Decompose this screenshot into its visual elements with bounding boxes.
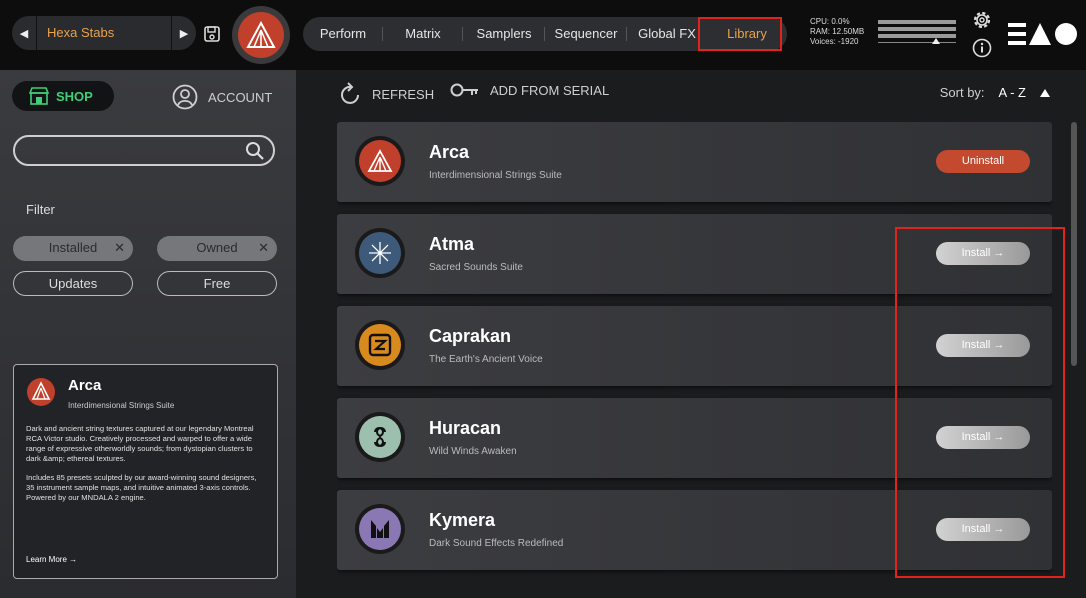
info-title: Arca [68, 377, 102, 394]
filter-chip-updates[interactable]: Updates [13, 271, 133, 296]
key-icon [450, 83, 478, 97]
add-from-serial-button[interactable]: ADD FROM SERIAL [450, 82, 609, 98]
sidebar: SHOP ACCOUNT Filter Installed ✕ Owned ✕ [0, 70, 296, 598]
performance-stats: CPU: 0.0% RAM: 12.50MB Voices: -1920 [810, 17, 864, 47]
preset-name[interactable]: Hexa Stabs [36, 16, 172, 50]
item-subtitle: The Earth's Ancient Voice [429, 354, 543, 365]
info-description: Dark and ancient string textures capture… [26, 424, 254, 463]
info-description-2: Includes 85 presets sculpted by our awar… [26, 473, 257, 502]
output-meter [878, 20, 956, 44]
sort-label: Sort by: [939, 85, 985, 100]
search-box [13, 135, 275, 166]
filter-chip-free[interactable]: Free [157, 271, 277, 296]
learn-more-link[interactable]: Learn More → [26, 555, 77, 564]
search-input[interactable] [15, 137, 235, 164]
tab-perform[interactable]: Perform [303, 17, 383, 51]
sort-value[interactable]: A - Z [999, 85, 1026, 100]
caprakan-logo-icon [359, 324, 401, 366]
tab-samplers[interactable]: Samplers [463, 17, 545, 51]
arca-logo-icon [359, 140, 401, 182]
sort-control[interactable]: Sort by: A - Z [940, 85, 1050, 100]
ram-readout: RAM: 12.50MB [810, 27, 865, 36]
refresh-icon [341, 82, 359, 104]
install-buttons-highlight [895, 227, 1065, 578]
volume-slider-handle[interactable] [932, 38, 940, 44]
app-window: ◀ Hexa Stabs ▶ Perform Matrix Samplers S… [0, 0, 1086, 598]
filter-heading: Filter [26, 202, 55, 217]
item-subtitle: Interdimensional Strings Suite [429, 170, 562, 181]
library-item-arca[interactable]: Arca Interdimensional Strings Suite Unin… [337, 122, 1052, 202]
save-icon[interactable] [203, 25, 221, 43]
tab-global-fx[interactable]: Global FX [627, 17, 707, 51]
item-name: Arca [429, 142, 470, 162]
chip-label: Owned [196, 240, 238, 255]
next-preset-button[interactable]: ▶ [172, 27, 196, 40]
shop-label: SHOP [56, 88, 93, 104]
item-name: Atma [429, 234, 475, 254]
gear-icon[interactable] [971, 9, 993, 31]
item-name: Caprakan [429, 326, 512, 346]
atma-logo-icon [359, 232, 401, 274]
remove-filter-icon[interactable]: ✕ [258, 236, 269, 259]
item-name: Huracan [429, 418, 502, 438]
top-bar: ◀ Hexa Stabs ▶ Perform Matrix Samplers S… [0, 0, 1086, 70]
library-tab-highlight [698, 17, 782, 51]
shop-icon [28, 87, 50, 105]
sort-direction-icon[interactable] [1040, 88, 1050, 97]
item-name: Kymera [429, 510, 496, 530]
instrument-logo[interactable] [232, 6, 290, 64]
filter-chip-installed[interactable]: Installed ✕ [13, 236, 133, 261]
refresh-button[interactable]: REFRESH [340, 82, 434, 106]
tab-matrix[interactable]: Matrix [383, 17, 463, 51]
search-icon[interactable] [245, 141, 265, 161]
scrollbar-thumb[interactable] [1071, 122, 1077, 366]
item-subtitle: Sacred Sounds Suite [429, 262, 523, 273]
account-icon [172, 84, 198, 110]
info-subtitle: Interdimensional Strings Suite [68, 401, 175, 410]
filter-chip-owned[interactable]: Owned ✕ [157, 236, 277, 261]
remove-filter-icon[interactable]: ✕ [114, 236, 125, 259]
item-subtitle: Wild Winds Awaken [429, 446, 517, 457]
prev-preset-button[interactable]: ◀ [12, 27, 36, 40]
huracan-logo-icon [359, 416, 401, 458]
account-button[interactable]: ACCOUNT [172, 84, 272, 110]
account-label: ACCOUNT [208, 89, 273, 105]
chip-label: Installed [48, 240, 98, 255]
arca-logo-icon [246, 21, 276, 48]
voices-readout: Voices: -1920 [810, 37, 859, 46]
kymera-logo-icon [359, 508, 401, 550]
add-from-serial-label: ADD FROM SERIAL [490, 82, 610, 98]
refresh-label: REFRESH [372, 86, 435, 102]
uninstall-button[interactable]: Uninstall [936, 150, 1030, 173]
item-subtitle: Dark Sound Effects Redefined [429, 538, 564, 549]
preset-selector[interactable]: ◀ Hexa Stabs ▶ [12, 16, 196, 50]
info-icon[interactable] [972, 38, 992, 58]
product-info-card: Arca Interdimensional Strings Suite Dark… [13, 364, 278, 579]
cpu-readout: CPU: 0.0% [810, 17, 850, 26]
shop-button[interactable]: SHOP [12, 81, 114, 111]
tab-sequencer[interactable]: Sequencer [545, 17, 627, 51]
arca-logo-icon [27, 378, 55, 406]
brand-logo-icon [1008, 23, 1077, 45]
